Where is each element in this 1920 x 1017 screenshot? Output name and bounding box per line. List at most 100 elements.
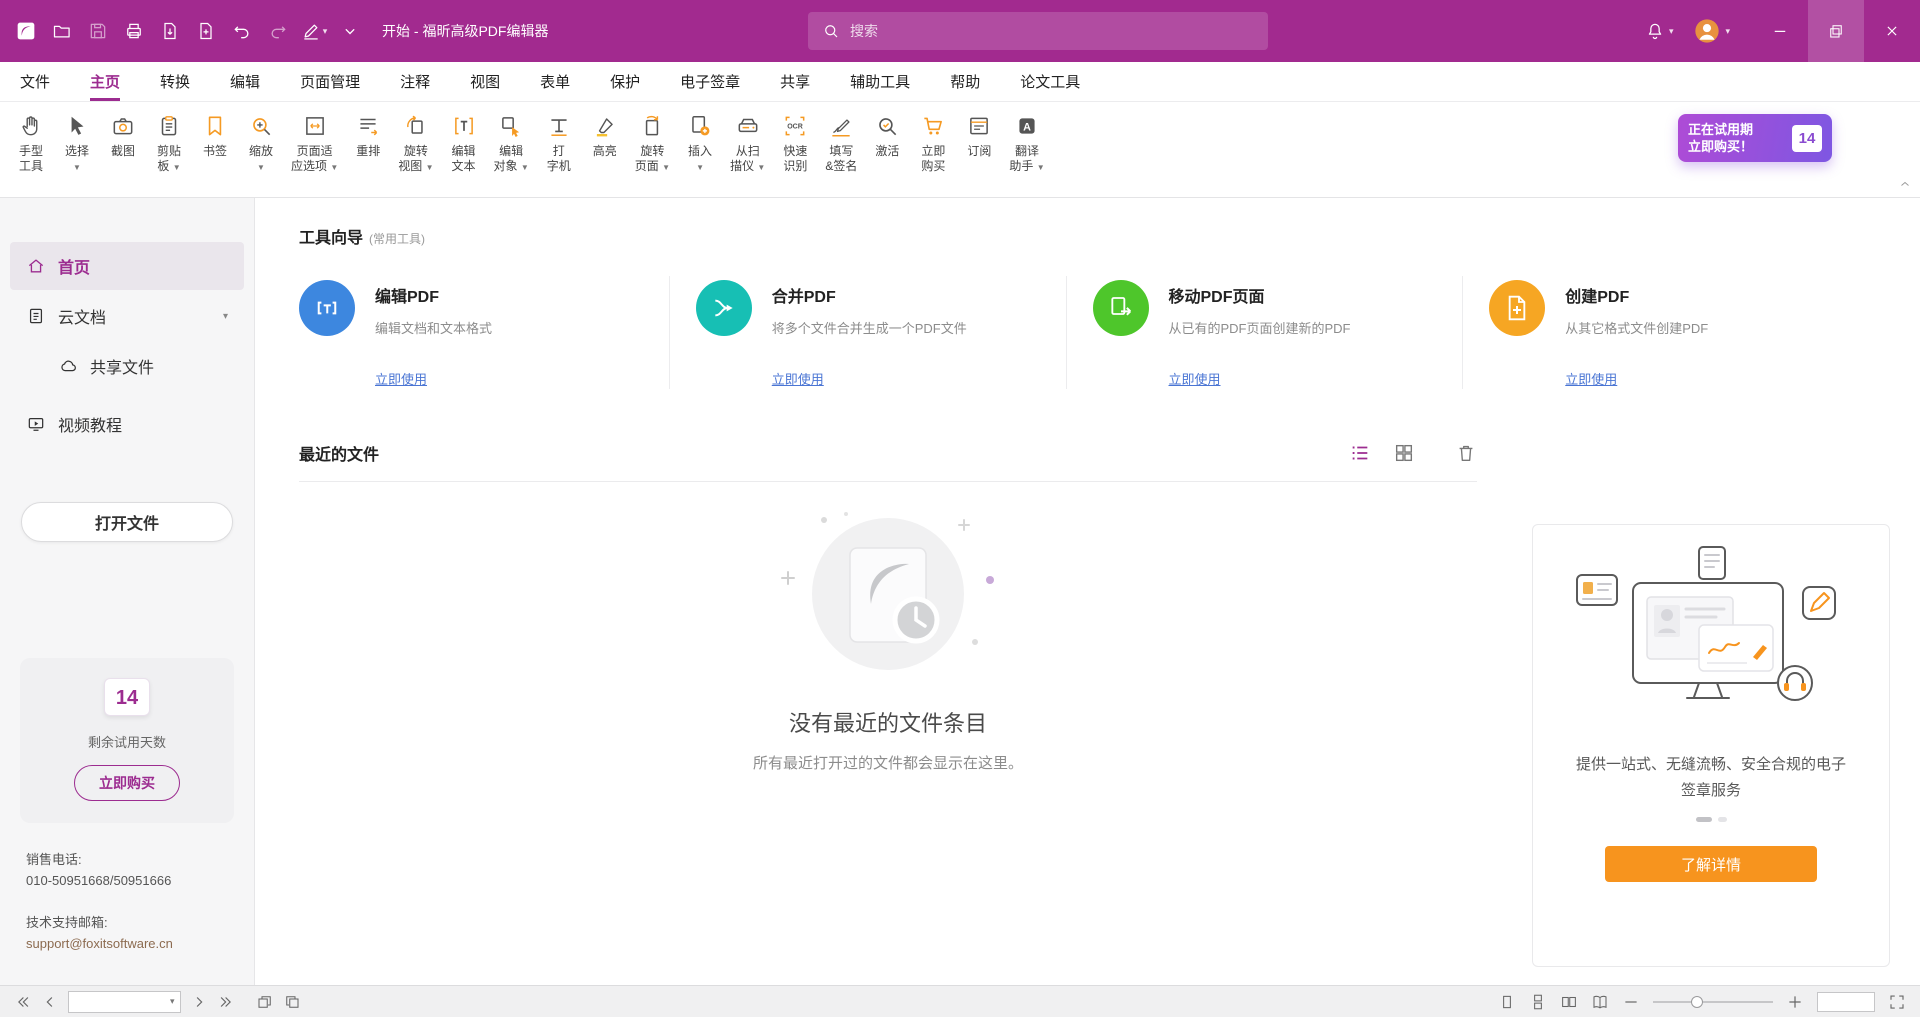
grid-view-button[interactable] [1393, 442, 1415, 464]
tools-guide-subtitle: (常用工具) [369, 230, 425, 247]
use-now-link[interactable]: 立即使用 [375, 369, 427, 388]
sidebar-item-shared-files[interactable]: 共享文件 [10, 342, 244, 390]
scanner-tool-button[interactable]: 从扫描仪 ▼ [723, 108, 772, 177]
menu-item-9[interactable]: 电子签章 [680, 62, 740, 101]
list-view-button[interactable] [1349, 442, 1371, 464]
last-page-button[interactable] [217, 993, 235, 1011]
book-view-button[interactable] [1591, 993, 1609, 1011]
fill-sign-tool-button[interactable]: 填写&签名 [818, 108, 864, 176]
trial-badge[interactable]: 正在试用期 立即购买！ 14 [1678, 114, 1832, 162]
restore-button[interactable] [1808, 0, 1864, 62]
zoom-tool-button[interactable]: 缩放▼ [238, 108, 284, 177]
menu-item-2[interactable]: 转换 [160, 62, 190, 101]
next-page-button[interactable] [190, 993, 208, 1011]
tool-label: 订阅 [967, 144, 991, 159]
tool-label: 高亮 [593, 144, 617, 159]
highlight-tool-button[interactable]: 高亮 [582, 108, 628, 161]
use-now-link[interactable]: 立即使用 [772, 369, 824, 388]
typewriter-tool-button[interactable]: 打字机 [536, 108, 582, 176]
activate-tool-button[interactable]: 激活 [864, 108, 910, 161]
snapshot-tool-button[interactable]: 截图 [100, 108, 146, 161]
select-tool-button[interactable]: 选择▼ [54, 108, 100, 177]
sidebar-item-video-tutorial[interactable]: 视频教程 [10, 400, 244, 448]
rotate-pages-tool-button[interactable]: 旋转页面 ▼ [628, 108, 677, 177]
foxit-logo[interactable] [8, 0, 44, 62]
print-icon[interactable] [116, 0, 152, 62]
hand-tool-button[interactable]: 手型工具 [8, 108, 54, 176]
continuous-view-button[interactable] [1529, 993, 1547, 1011]
menu-item-1[interactable]: 主页 [90, 62, 120, 101]
notifications-button[interactable]: ▾ [1635, 0, 1684, 62]
single-page-view-button[interactable] [1498, 993, 1516, 1011]
fit-screen-button[interactable] [1888, 993, 1906, 1011]
sidebar-item-cloud-doc[interactable]: 云文档▾ [10, 292, 244, 340]
search-input[interactable] [850, 23, 1254, 39]
zoom-out-button[interactable] [1622, 993, 1640, 1011]
menu-item-10[interactable]: 共享 [780, 62, 810, 101]
zoom-level-input[interactable] [1817, 992, 1875, 1012]
account-button[interactable]: ▾ [1683, 0, 1740, 62]
edit-object-icon [498, 110, 524, 142]
bookmark-tool-button[interactable]: 书签 [192, 108, 238, 161]
menu-item-13[interactable]: 论文工具 [1020, 62, 1080, 101]
save-icon[interactable] [80, 0, 116, 62]
subscribe-tool-button[interactable]: 订阅 [956, 108, 1002, 161]
carousel-dot[interactable] [1718, 817, 1727, 822]
two-page-view-button[interactable] [1560, 993, 1578, 1011]
quick-access-caret-icon[interactable] [332, 0, 368, 62]
clear-recent-button[interactable] [1455, 442, 1477, 464]
esign-icon[interactable]: ▾ [296, 0, 332, 62]
buy-now-button[interactable]: 立即购买 [74, 765, 180, 801]
reflow-icon [355, 110, 381, 142]
undo-icon[interactable] [224, 0, 260, 62]
chevron-down-icon[interactable]: ▾ [223, 311, 228, 322]
redo-icon[interactable] [260, 0, 296, 62]
use-now-link[interactable]: 立即使用 [1169, 369, 1221, 388]
menu-item-3[interactable]: 编辑 [230, 62, 260, 101]
close-button[interactable] [1864, 0, 1920, 62]
clipboard-tool-button[interactable]: 剪贴板 ▼ [146, 108, 192, 177]
reflow-tool-button[interactable]: 重排 [345, 108, 391, 161]
menu-item-4[interactable]: 页面管理 [300, 62, 360, 101]
export-pdf-icon[interactable] [152, 0, 188, 62]
use-now-link[interactable]: 立即使用 [1565, 369, 1617, 388]
share-doc-icon[interactable] [188, 0, 224, 62]
open-folder-icon[interactable] [44, 0, 80, 62]
menu-item-8[interactable]: 保护 [610, 62, 640, 101]
search-box[interactable] [808, 12, 1268, 50]
collapse-ribbon-button[interactable] [1898, 177, 1912, 191]
view-zoom-controls [1498, 992, 1906, 1012]
rotate-view-tool-button[interactable]: 旋转视图 ▼ [391, 108, 440, 177]
menu-item-7[interactable]: 表单 [540, 62, 570, 101]
zoom-in-button[interactable] [1786, 993, 1804, 1011]
sidebar: 首页云文档▾共享文件视频教程 打开文件 14 剩余试用天数 立即购买 销售电话:… [0, 198, 255, 985]
menu-item-0[interactable]: 文件 [20, 62, 50, 101]
menu-item-11[interactable]: 辅助工具 [850, 62, 910, 101]
open-file-button[interactable]: 打开文件 [21, 502, 233, 542]
insert-tool-button[interactable]: 插入▼ [677, 108, 723, 177]
next-view-button[interactable] [283, 993, 301, 1011]
sidebar-item-home[interactable]: 首页 [10, 242, 244, 290]
learn-more-button[interactable]: 了解详情 [1605, 846, 1817, 882]
translate-tool-button[interactable]: A翻译助手 ▼ [1002, 108, 1051, 177]
minimize-button[interactable] [1752, 0, 1808, 62]
page-fit-tool-button[interactable]: 页面适应选项 ▼ [284, 108, 345, 177]
menu-item-5[interactable]: 注释 [400, 62, 430, 101]
menu-item-6[interactable]: 视图 [470, 62, 500, 101]
zoom-slider[interactable] [1653, 995, 1773, 1009]
support-email-link[interactable]: support@foxitsoftware.cn [26, 936, 173, 951]
ocr-tool-button[interactable]: OCR快速识别 [772, 108, 818, 176]
cart-tool-button[interactable]: 立即购买 [910, 108, 956, 176]
tool-label: 选择▼ [65, 144, 89, 175]
prev-view-button[interactable] [256, 993, 274, 1011]
prev-page-button[interactable] [41, 993, 59, 1011]
edit-text-tool-button[interactable]: 编辑文本 [441, 108, 487, 176]
carousel-dot-active[interactable] [1696, 817, 1712, 822]
page-dropdown-caret[interactable]: ▾ [170, 996, 175, 1007]
page-number-input[interactable] [74, 995, 170, 1009]
first-page-button[interactable] [14, 993, 32, 1011]
zoom-slider-thumb[interactable] [1691, 996, 1703, 1008]
edit-object-tool-button[interactable]: 编辑对象 ▼ [487, 108, 536, 177]
tool-label: 剪贴板 ▼ [157, 144, 181, 175]
menu-item-12[interactable]: 帮助 [950, 62, 980, 101]
